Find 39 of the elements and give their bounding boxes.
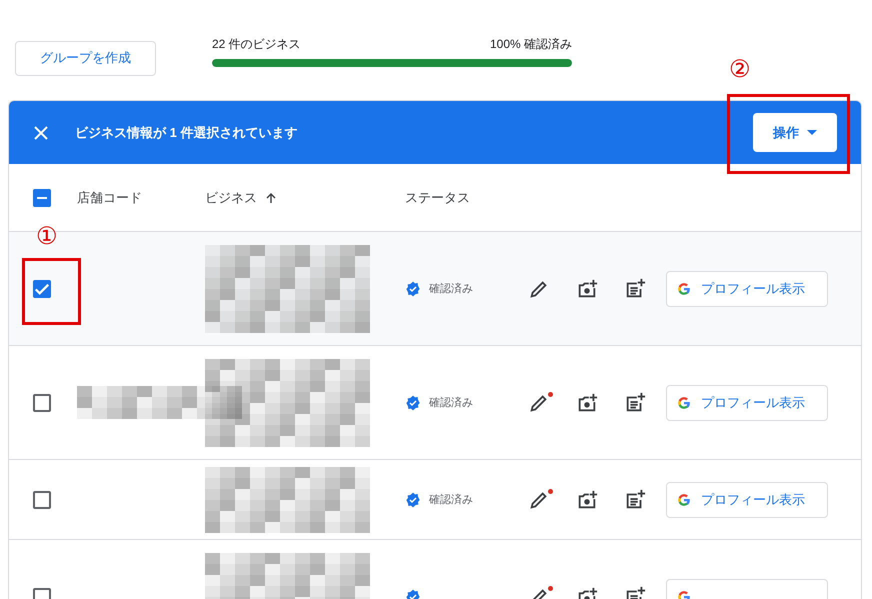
edit-pencil-icon[interactable]	[528, 392, 550, 414]
annotation-number: ②	[729, 55, 751, 84]
column-header: ステータス	[405, 188, 471, 206]
actions-button[interactable]: 操作	[753, 113, 837, 152]
row-checkbox[interactable]	[33, 280, 51, 298]
row-checkbox[interactable]	[33, 490, 51, 508]
close-icon[interactable]	[33, 124, 49, 140]
add-post-icon[interactable]	[624, 488, 646, 510]
g-logo-icon	[677, 396, 691, 410]
add-photo-icon[interactable]	[576, 392, 598, 414]
view-profile-button[interactable]: プロフィール表示	[666, 270, 828, 306]
minus-icon	[37, 196, 47, 198]
view-profile-button[interactable]: プロフィール表示	[666, 384, 828, 420]
verified-badge-icon	[405, 492, 421, 508]
g-logo-icon	[677, 282, 691, 296]
status-text: 確認済み	[429, 492, 473, 507]
verified-badge-icon	[405, 280, 421, 296]
row-checkbox[interactable]	[33, 394, 51, 412]
edit-pencil-icon[interactable]	[528, 488, 550, 510]
view-profile-button[interactable]: プロフィール表示	[666, 482, 828, 518]
add-photo-icon[interactable]	[576, 278, 598, 300]
selection-message: ビジネス情報が 1 件選択されています	[75, 124, 298, 142]
column-header: 店舗コード	[77, 188, 143, 206]
status-text: 確認済み	[429, 396, 473, 410]
verified-badge-icon	[405, 394, 421, 410]
caret-icon	[807, 130, 817, 135]
create-group-button[interactable]: グループを作成	[15, 40, 156, 76]
annotation-frame	[22, 258, 81, 325]
verified-share: 100% 確認済み	[490, 36, 572, 52]
status-text: 確認済み	[429, 282, 473, 296]
column-header[interactable]: ビジネス	[205, 188, 405, 206]
add-post-icon[interactable]	[624, 278, 646, 300]
business-count: 22 件のビジネス	[212, 36, 301, 52]
g-logo-icon	[677, 492, 691, 506]
select-all-checkbox[interactable]	[33, 188, 51, 206]
add-post-icon[interactable]	[624, 392, 646, 414]
add-photo-icon[interactable]	[576, 488, 598, 510]
sort-arrow-icon	[265, 192, 277, 204]
check-icon	[35, 282, 49, 294]
